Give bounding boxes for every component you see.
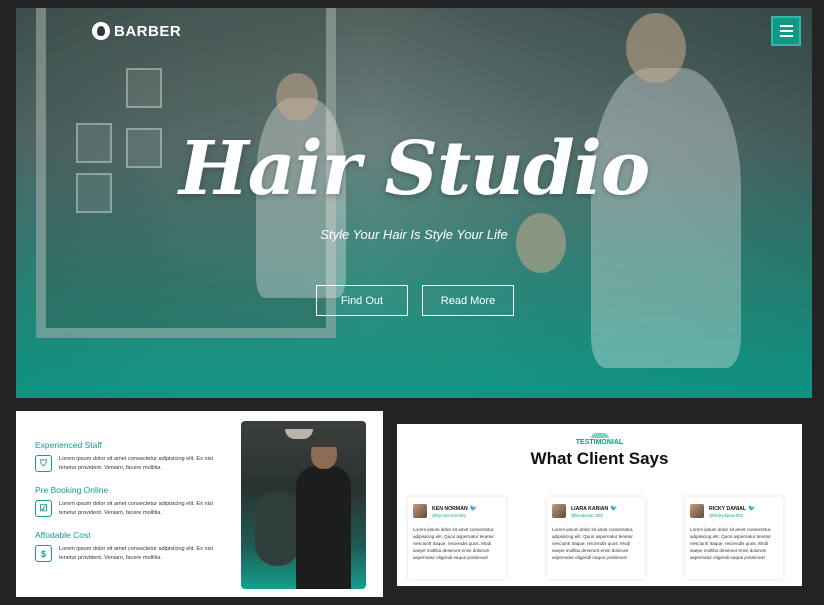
testimonial-card: KEN NORMAN 🐦 @Kennorman.001 Lorem ipsum d… [408, 497, 506, 579]
testimonial-tag: TESTIMONIAL [397, 433, 802, 446]
logo[interactable]: BARBER [92, 22, 181, 40]
read-more-button[interactable]: Read More [422, 285, 514, 316]
avatar [413, 504, 427, 518]
features-panel: Experienced Staff ⛉ Lorem ipsum dolor si… [16, 411, 383, 597]
feature-experienced-staff: Experienced Staff ⛉ Lorem ipsum dolor si… [35, 440, 219, 472]
barber-figure [296, 466, 351, 589]
client-handle[interactable]: @Kennorman.001 [432, 513, 477, 518]
calendar-check-icon: ☑ [35, 500, 52, 517]
twitter-icon[interactable]: 🐦 [748, 506, 755, 512]
client-figure [255, 491, 300, 566]
barber-photo [241, 421, 366, 589]
hero-subtitle: Style Your Hair Is Style Your Life [320, 227, 508, 242]
hamburger-icon-line [779, 35, 793, 37]
menu-button[interactable] [771, 16, 801, 46]
feature-text: Lorem ipsum dolor sit amet consectetur a… [59, 501, 213, 516]
shield-icon: ⛉ [35, 455, 52, 472]
foreground-barber-head [626, 13, 686, 83]
background-barber-head [276, 73, 318, 121]
wall-frame [126, 68, 162, 108]
hero-title: Hair Studio [178, 126, 650, 212]
feature-text: Lorem ipsum dolor sit amet consectetur a… [59, 456, 213, 471]
client-head [516, 213, 566, 273]
client-name: LIARA KARIAN [571, 505, 609, 512]
dollar-icon: $ [35, 545, 52, 562]
client-handle[interactable]: @Rickydanial.003 [709, 513, 756, 518]
testimonial-text: Lorem ipsum dolor sit amet consectetur, … [413, 527, 495, 561]
avatar [552, 504, 566, 518]
lamp-decor [285, 429, 313, 439]
avatar [690, 504, 704, 518]
feature-title: Affodable Cost [35, 530, 91, 540]
testimonial-title: What Client Says [530, 449, 669, 468]
feature-title: Experienced Staff [35, 440, 102, 450]
logo-text: BARBER [114, 22, 182, 40]
feature-text: Lorem ipsum dolor sit amet consectetur a… [59, 546, 213, 561]
foreground-barber-figure [591, 68, 741, 368]
testimonial-card: LIARA KARIAN 🐦 @liarakarian.002 Lorem ips… [547, 497, 645, 579]
hamburger-icon-line [779, 30, 793, 32]
twitter-icon[interactable]: 🐦 [470, 506, 477, 512]
feature-pre-booking: Pre Booking Online ☑ Lorem ipsum dolor s… [35, 485, 219, 517]
client-handle[interactable]: @liarakarian.002 [571, 513, 618, 518]
client-name: KEN NORMAN [432, 505, 468, 512]
feature-title: Pre Booking Online [35, 485, 109, 495]
find-out-button[interactable]: Find Out [316, 285, 408, 316]
feature-affordable-cost: Affodable Cost $ Lorem ipsum dolor sit a… [35, 530, 219, 562]
hero-section: BARBER Hair Studio Style Your Hair Is St… [16, 8, 812, 398]
barber-logo-icon [92, 22, 110, 40]
twitter-icon[interactable]: 🐦 [610, 506, 617, 512]
testimonial-card: RICKY DANIAL 🐦 @Rickydanial.003 Lorem ips… [685, 497, 783, 579]
testimonial-text: Lorem ipsum dolor sit amet consectetur, … [552, 527, 634, 561]
client-name: RICKY DANIAL [709, 505, 747, 512]
testimonial-panel: TESTIMONIAL What Client Says KEN NORMAN 🐦… [397, 424, 802, 586]
testimonial-text: Lorem ipsum dolor sit amet consectetur, … [690, 527, 772, 561]
hamburger-icon [779, 25, 793, 27]
barber-cap [309, 435, 339, 447]
